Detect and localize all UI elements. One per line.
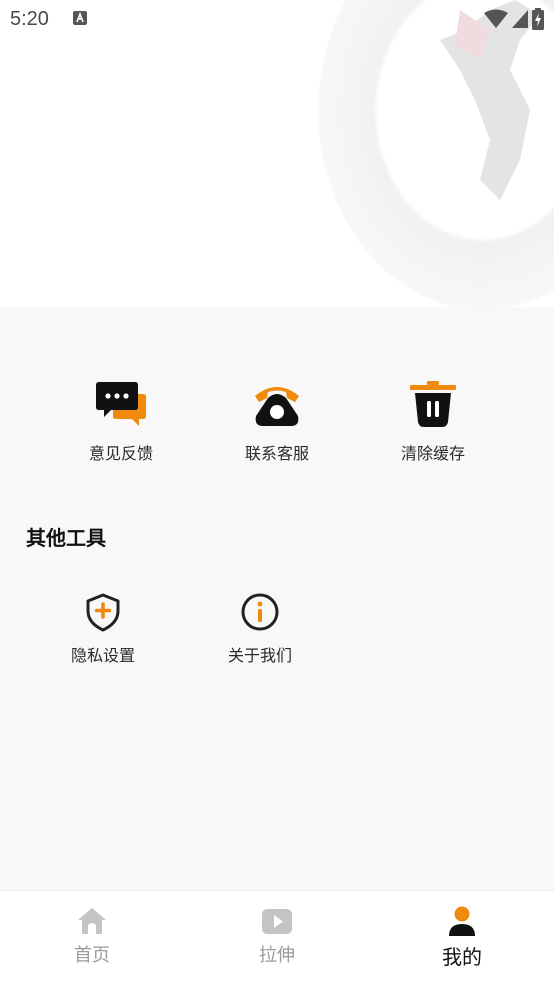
privacy-settings-label: 隐私设置 <box>70 646 135 665</box>
tab-stretch-label: 拉伸 <box>259 945 295 966</box>
telephone-icon <box>255 387 299 426</box>
feedback-button[interactable]: 意见反馈 <box>56 380 186 464</box>
notification-a-icon <box>73 11 87 25</box>
system-icons <box>484 8 544 30</box>
contact-support-label: 联系客服 <box>244 444 309 463</box>
tab-home-label: 首页 <box>74 945 110 966</box>
tab-home[interactable]: 首页 <box>0 891 184 985</box>
shield-plus-icon <box>86 593 120 632</box>
privacy-settings-button[interactable]: 隐私设置 <box>38 592 168 666</box>
clear-cache-label: 清除缓存 <box>400 444 465 463</box>
tab-mine-label: 我的 <box>442 945 482 969</box>
clear-cache-button[interactable]: 清除缓存 <box>368 380 498 464</box>
battery-charging-icon <box>532 8 544 30</box>
tab-mine[interactable]: 我的 <box>370 891 554 985</box>
tab-stretch[interactable]: 拉伸 <box>185 891 369 985</box>
video-play-icon <box>262 909 292 934</box>
status-time: 5:20 <box>10 8 49 30</box>
bottom-tab-bar: 首页 拉伸 我的 <box>0 890 554 985</box>
home-icon <box>78 908 106 934</box>
info-circle-icon <box>241 593 279 631</box>
status-bar: 5:20 <box>0 0 554 38</box>
profile-header-banner <box>0 0 554 307</box>
about-us-button[interactable]: 关于我们 <box>195 592 325 666</box>
contact-support-button[interactable]: 联系客服 <box>212 380 342 464</box>
other-tools-title: 其他工具 <box>26 526 106 550</box>
feedback-chat-icon <box>96 382 146 426</box>
feedback-label: 意见反馈 <box>88 444 153 463</box>
about-us-label: 关于我们 <box>227 646 292 665</box>
person-icon <box>449 906 475 936</box>
wifi-icon <box>484 9 508 28</box>
trash-can-icon <box>410 381 456 427</box>
cell-signal-icon <box>512 10 528 28</box>
